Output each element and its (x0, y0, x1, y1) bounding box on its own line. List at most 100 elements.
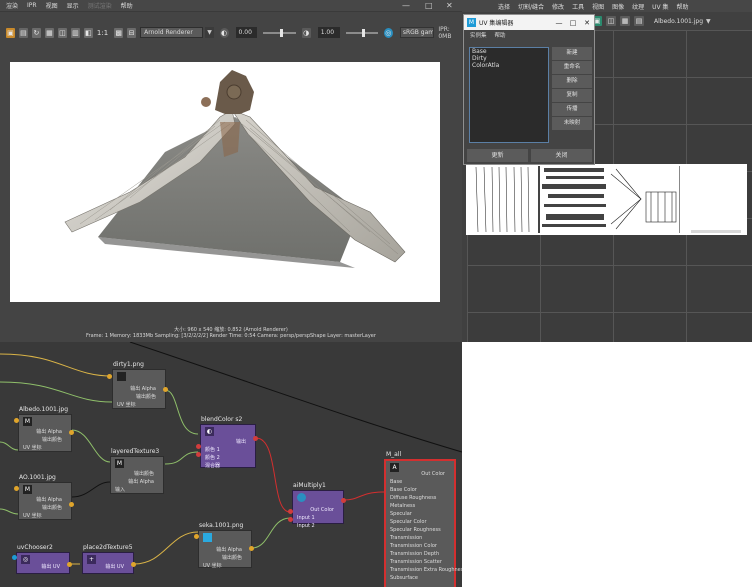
snapshot-icon[interactable]: ◫ (57, 27, 67, 38)
ipr-icon[interactable]: ▤ (18, 27, 28, 38)
rename-button[interactable]: 重命名 (552, 61, 592, 74)
port-out-uv[interactable]: 输出 UV (17, 563, 69, 571)
copy-button[interactable]: 复制 (552, 89, 592, 102)
remove-image-icon[interactable]: ⊟ (127, 27, 137, 38)
menu-help[interactable]: 帮助 (121, 1, 133, 10)
port-out-color[interactable]: 输出颜色 (19, 504, 71, 512)
port-dot[interactable] (163, 387, 168, 392)
port-input1[interactable]: Input 1 (293, 514, 343, 522)
node-seka-texture[interactable]: seka.1001.png 输出 Alpha 输出颜色 UV 坐标 (198, 522, 252, 570)
port-dot[interactable] (107, 374, 112, 379)
port-inputs[interactable]: 输入 (111, 486, 163, 494)
port-dot[interactable] (288, 509, 293, 514)
port-color2[interactable]: 颜色 2 (201, 454, 255, 462)
port-uv-coord[interactable]: UV 坐标 (19, 512, 71, 520)
menu-render[interactable]: 渲染 (6, 1, 18, 10)
gamma-slider[interactable] (345, 28, 378, 37)
port-subsurface[interactable]: Subsurface (386, 574, 454, 582)
port-transmission[interactable]: Transmission (386, 534, 454, 542)
port-dot[interactable] (69, 502, 74, 507)
minimize-icon[interactable]: — (402, 1, 410, 10)
port-specular-color[interactable]: Specular Color (386, 518, 454, 526)
checker-icon[interactable]: ▦ (620, 16, 630, 26)
port-dot[interactable] (196, 444, 201, 449)
colorspace-dropdown[interactable]: sRGB gamma (399, 27, 435, 38)
minimize-icon[interactable]: — (552, 19, 566, 27)
chevron-down-icon[interactable]: ▼ (706, 18, 711, 25)
uv-set-list[interactable]: Base Dirty ColorAtla (469, 47, 549, 143)
node-uv-chooser[interactable]: uvChooser2 ◎ 输出 UV (16, 544, 70, 574)
port-uv-coord[interactable]: UV 坐标 (199, 562, 251, 570)
port-dot[interactable] (253, 436, 258, 441)
port-dot[interactable] (288, 517, 293, 522)
port-dot[interactable] (14, 418, 19, 423)
node-ao-texture[interactable]: AO.1001.jpg M 输出 Alpha 输出颜色 UV 坐标 (18, 474, 72, 520)
filter-icon[interactable]: ▤ (634, 16, 644, 26)
uv-set-item[interactable]: ColorAtla (470, 62, 548, 69)
new-uv-set-button[interactable]: 新建 (552, 47, 592, 60)
exposure-slider-handle[interactable] (280, 28, 284, 37)
port-diffuse-roughness[interactable]: Diffuse Roughness (386, 494, 454, 502)
node-place2d-texture[interactable]: place2dTexture5 + 输出 UV (82, 544, 134, 574)
alpha-icon[interactable]: ◧ (83, 27, 93, 38)
port-out-alpha[interactable]: 输出 Alpha (199, 546, 251, 554)
port-out-color[interactable]: Out Color (293, 506, 343, 514)
port-dot[interactable] (67, 562, 72, 567)
port-output[interactable]: 输出 (201, 438, 255, 446)
port-base[interactable]: Base (386, 478, 454, 486)
port-dot[interactable] (194, 534, 199, 539)
dialog-titlebar[interactable]: M UV 集编辑器 — □ ✕ (464, 15, 594, 30)
port-color1[interactable]: 颜色 1 (201, 446, 255, 454)
scale-label[interactable]: 1:1 (97, 29, 108, 37)
menu-instances[interactable]: 实例集 (470, 31, 487, 39)
node-layered-texture[interactable]: layeredTexture3 M 输出颜色 输出 Alpha 输入 (110, 448, 164, 494)
close-button[interactable]: 关闭 (531, 149, 592, 162)
gamma-field[interactable]: 1.00 (317, 27, 340, 38)
node-material-m-all[interactable]: M_all A Out Color Base Base Color Diffus… (384, 451, 462, 587)
delete-button[interactable]: 删除 (552, 75, 592, 88)
port-out-alpha[interactable]: 输出 Alpha (113, 385, 165, 393)
port-input2[interactable]: Input 2 (293, 522, 343, 530)
uv-menu-textures[interactable]: 纹理 (632, 2, 644, 11)
uv-menu-tools[interactable]: 工具 (572, 2, 584, 11)
port-out-color[interactable]: 输出颜色 (199, 554, 251, 562)
uv-menu-uv-sets[interactable]: UV 集 (652, 2, 668, 11)
keep-image-icon[interactable]: ▩ (114, 27, 124, 38)
port-dot[interactable] (341, 498, 346, 503)
uv-menu-image[interactable]: 图像 (612, 2, 624, 11)
region-icon[interactable]: ▦ (44, 27, 54, 38)
close-icon[interactable]: ✕ (580, 19, 594, 27)
close-icon[interactable]: ✕ (446, 1, 453, 10)
menu-view[interactable]: 视图 (46, 1, 58, 10)
port-out-color[interactable]: 输出颜色 (113, 393, 165, 401)
color-management-icon[interactable]: ◎ (383, 27, 393, 38)
node-blend-colors[interactable]: blendColor s2 ◐ 输出 颜色 1 颜色 2 混合器 (200, 416, 256, 470)
node-albedo-texture[interactable]: Albedo.1001.jpg M 输出 Alpha 输出颜色 UV 坐标 (18, 406, 72, 452)
unmapped-button[interactable]: 未映射 (552, 117, 592, 130)
node-dirty-texture[interactable]: dirty1.png 输出 Alpha 输出颜色 UV 坐标 (112, 361, 166, 409)
gamma-slider-handle[interactable] (361, 28, 365, 37)
uv-menu-modify[interactable]: 修改 (552, 2, 564, 11)
port-specular[interactable]: Specular (386, 510, 454, 518)
port-transmission-depth[interactable]: Transmission Depth (386, 550, 454, 558)
refresh-icon[interactable]: ↻ (31, 27, 41, 38)
port-uv-coord[interactable]: UV 坐标 (19, 444, 71, 452)
texture-name-label[interactable]: Albedo.1001.jpg (654, 18, 703, 25)
menu-ipr[interactable]: IPR (27, 2, 37, 9)
port-out-color[interactable]: 输出颜色 (111, 470, 163, 478)
uv-menu-view[interactable]: 视图 (592, 2, 604, 11)
port-dot[interactable] (12, 555, 17, 560)
maximize-icon[interactable]: □ (566, 19, 580, 27)
port-out-color[interactable]: 输出颜色 (19, 436, 71, 444)
port-dot[interactable] (69, 430, 74, 435)
menu-help[interactable]: 帮助 (495, 31, 506, 39)
uv-set-item[interactable]: Base (470, 48, 548, 55)
port-dot[interactable] (196, 452, 201, 457)
port-transmission-scatter[interactable]: Transmission Scatter (386, 558, 454, 566)
uv-menu-help[interactable]: 帮助 (677, 2, 689, 11)
port-out-alpha[interactable]: 输出 Alpha (111, 478, 163, 486)
port-blender[interactable]: 混合器 (201, 462, 255, 470)
node-editor-panel[interactable]: dirty1.png 输出 Alpha 输出颜色 UV 坐标 Albedo.10… (0, 342, 462, 587)
port-transmission-color[interactable]: Transmission Color (386, 542, 454, 550)
renderer-dropdown[interactable]: Arnold Renderer (140, 27, 204, 38)
